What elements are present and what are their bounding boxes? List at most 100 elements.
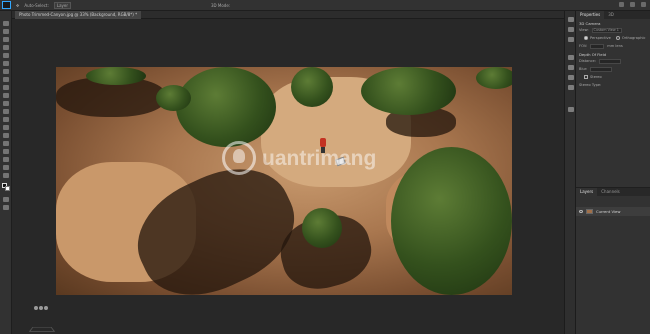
workspace-icon[interactable]	[630, 2, 635, 7]
fov-unit: mm lens	[607, 44, 623, 48]
tab-layers[interactable]: Layers	[576, 188, 598, 196]
shrub	[156, 85, 191, 111]
orthographic-label: Orthographic	[621, 36, 646, 40]
3d-axis-widget[interactable]	[34, 306, 50, 312]
marquee-tool-icon[interactable]	[3, 29, 9, 34]
crop-tool-icon[interactable]	[3, 53, 9, 58]
history-brush-icon[interactable]	[3, 93, 9, 98]
shrub	[302, 208, 342, 248]
canyon-photo[interactable]: uantrimang	[56, 67, 512, 295]
shrub	[361, 67, 456, 115]
pen-tool-icon[interactable]	[3, 133, 9, 138]
share-icon[interactable]	[641, 2, 646, 7]
tab-channels[interactable]: Channels	[597, 188, 624, 196]
clone-stamp-icon[interactable]	[3, 85, 9, 90]
lasso-tool-icon[interactable]	[3, 37, 9, 42]
lightbulb-icon	[233, 149, 245, 163]
layer-name: Current View	[596, 209, 621, 214]
stereo-checkbox[interactable]	[584, 75, 588, 79]
move-tool-icon[interactable]: ✥	[16, 3, 19, 8]
pine-tree	[291, 67, 333, 107]
auto-select-label: Auto-Select:	[24, 2, 49, 8]
app-logo	[2, 1, 11, 9]
toolbar	[0, 11, 12, 334]
adjustments-icon[interactable]	[568, 75, 574, 80]
fov-input[interactable]	[590, 43, 605, 49]
eye-icon[interactable]	[579, 210, 583, 213]
tab-3d[interactable]: 3D	[604, 11, 618, 19]
move-tool-icon[interactable]	[3, 21, 9, 26]
search-icon[interactable]	[619, 2, 624, 7]
view-row: View: Custom View 1	[576, 26, 650, 34]
layers-panel: Layers Channels Current View	[576, 187, 650, 334]
stereo-label: Stereo	[590, 75, 602, 79]
3d-mode-label: 3D Mode:	[211, 2, 231, 8]
collapsed-panels	[564, 11, 576, 334]
path-select-icon[interactable]	[3, 149, 9, 154]
hand-tool-icon[interactable]	[3, 165, 9, 170]
brush-settings-icon[interactable]	[568, 55, 574, 60]
styles-icon[interactable]	[568, 85, 574, 90]
stereo-type-row: Stereo Type:	[576, 81, 650, 89]
canvas-area[interactable]: uantrimang	[12, 19, 564, 334]
projection-row: Perspective Orthographic	[576, 34, 650, 42]
paragraph-icon[interactable]	[568, 37, 574, 42]
distance-label: Distance:	[579, 59, 596, 63]
shape-tool-icon[interactable]	[3, 157, 9, 162]
dodge-tool-icon[interactable]	[3, 125, 9, 130]
options-right-icons	[619, 2, 646, 7]
fov-label: FOV:	[579, 44, 588, 48]
perspective-radio[interactable]	[584, 36, 588, 40]
distance-input[interactable]	[598, 58, 621, 64]
layer-thumbnail	[586, 209, 593, 214]
distance-row: Distance:	[576, 57, 650, 65]
orbit-icon[interactable]	[34, 306, 38, 310]
shrub	[476, 67, 512, 89]
brush-tool-icon[interactable]	[3, 77, 9, 82]
zoom-tool-icon[interactable]	[3, 173, 9, 178]
options-bar: ✥ Auto-Select: Layer 3D Mode:	[0, 0, 650, 11]
quick-mask-icon[interactable]	[3, 197, 9, 202]
pan-icon[interactable]	[39, 306, 43, 310]
properties-section-title: 3D Camera	[579, 21, 601, 26]
healing-brush-icon[interactable]	[3, 69, 9, 74]
blur-label: Blur:	[579, 67, 588, 71]
stereo-type-label: Stereo Type:	[579, 83, 602, 87]
tab-properties[interactable]: Properties	[576, 11, 605, 19]
pine-tree	[176, 67, 276, 147]
dolly-icon[interactable]	[44, 306, 48, 310]
blur-tool-icon[interactable]	[3, 117, 9, 122]
fov-row: FOV: mm lens	[576, 42, 650, 50]
character-icon[interactable]	[568, 27, 574, 32]
blur-input[interactable]	[590, 66, 613, 72]
dof-section-title: Depth Of Field	[579, 52, 607, 57]
document-tab[interactable]: Photo Trimmed-Canyon.jpg @ 33% (Backgrou…	[15, 11, 142, 19]
eyedropper-tool-icon[interactable]	[3, 61, 9, 66]
eraser-tool-icon[interactable]	[3, 101, 9, 106]
3d-ground-plane	[28, 327, 56, 332]
auto-select-dropdown[interactable]: Layer	[53, 1, 72, 9]
pine-tree	[391, 147, 512, 295]
watermark-text: uantrimang	[262, 147, 377, 170]
view-dropdown[interactable]: Custom View 1	[591, 27, 622, 33]
background-color-swatch[interactable]	[5, 186, 10, 191]
view-label: View:	[579, 28, 589, 32]
stereo-row: Stereo	[576, 73, 650, 81]
orthographic-radio[interactable]	[615, 36, 620, 40]
layer-row[interactable]: Current View	[576, 207, 650, 216]
gradient-tool-icon[interactable]	[3, 109, 9, 114]
shrub	[86, 67, 146, 85]
perspective-label: Perspective	[590, 36, 611, 40]
history-icon[interactable]	[568, 17, 574, 22]
right-panels: Properties 3D 3D Camera View: Custom Vie…	[576, 11, 650, 334]
blur-row: Blur:	[576, 65, 650, 73]
properties-tabs: Properties 3D	[576, 11, 650, 19]
layers-tabs: Layers Channels	[576, 188, 650, 196]
quick-select-tool-icon[interactable]	[3, 45, 9, 50]
document-tab-bar: Photo Trimmed-Canyon.jpg @ 33% (Backgrou…	[12, 11, 564, 19]
info-icon[interactable]	[568, 107, 574, 112]
photoshop-window: ✥ Auto-Select: Layer 3D Mode: Photo Trim…	[0, 0, 650, 334]
swatches-icon[interactable]	[568, 65, 574, 70]
screen-mode-icon[interactable]	[3, 205, 9, 210]
type-tool-icon[interactable]	[3, 141, 9, 146]
